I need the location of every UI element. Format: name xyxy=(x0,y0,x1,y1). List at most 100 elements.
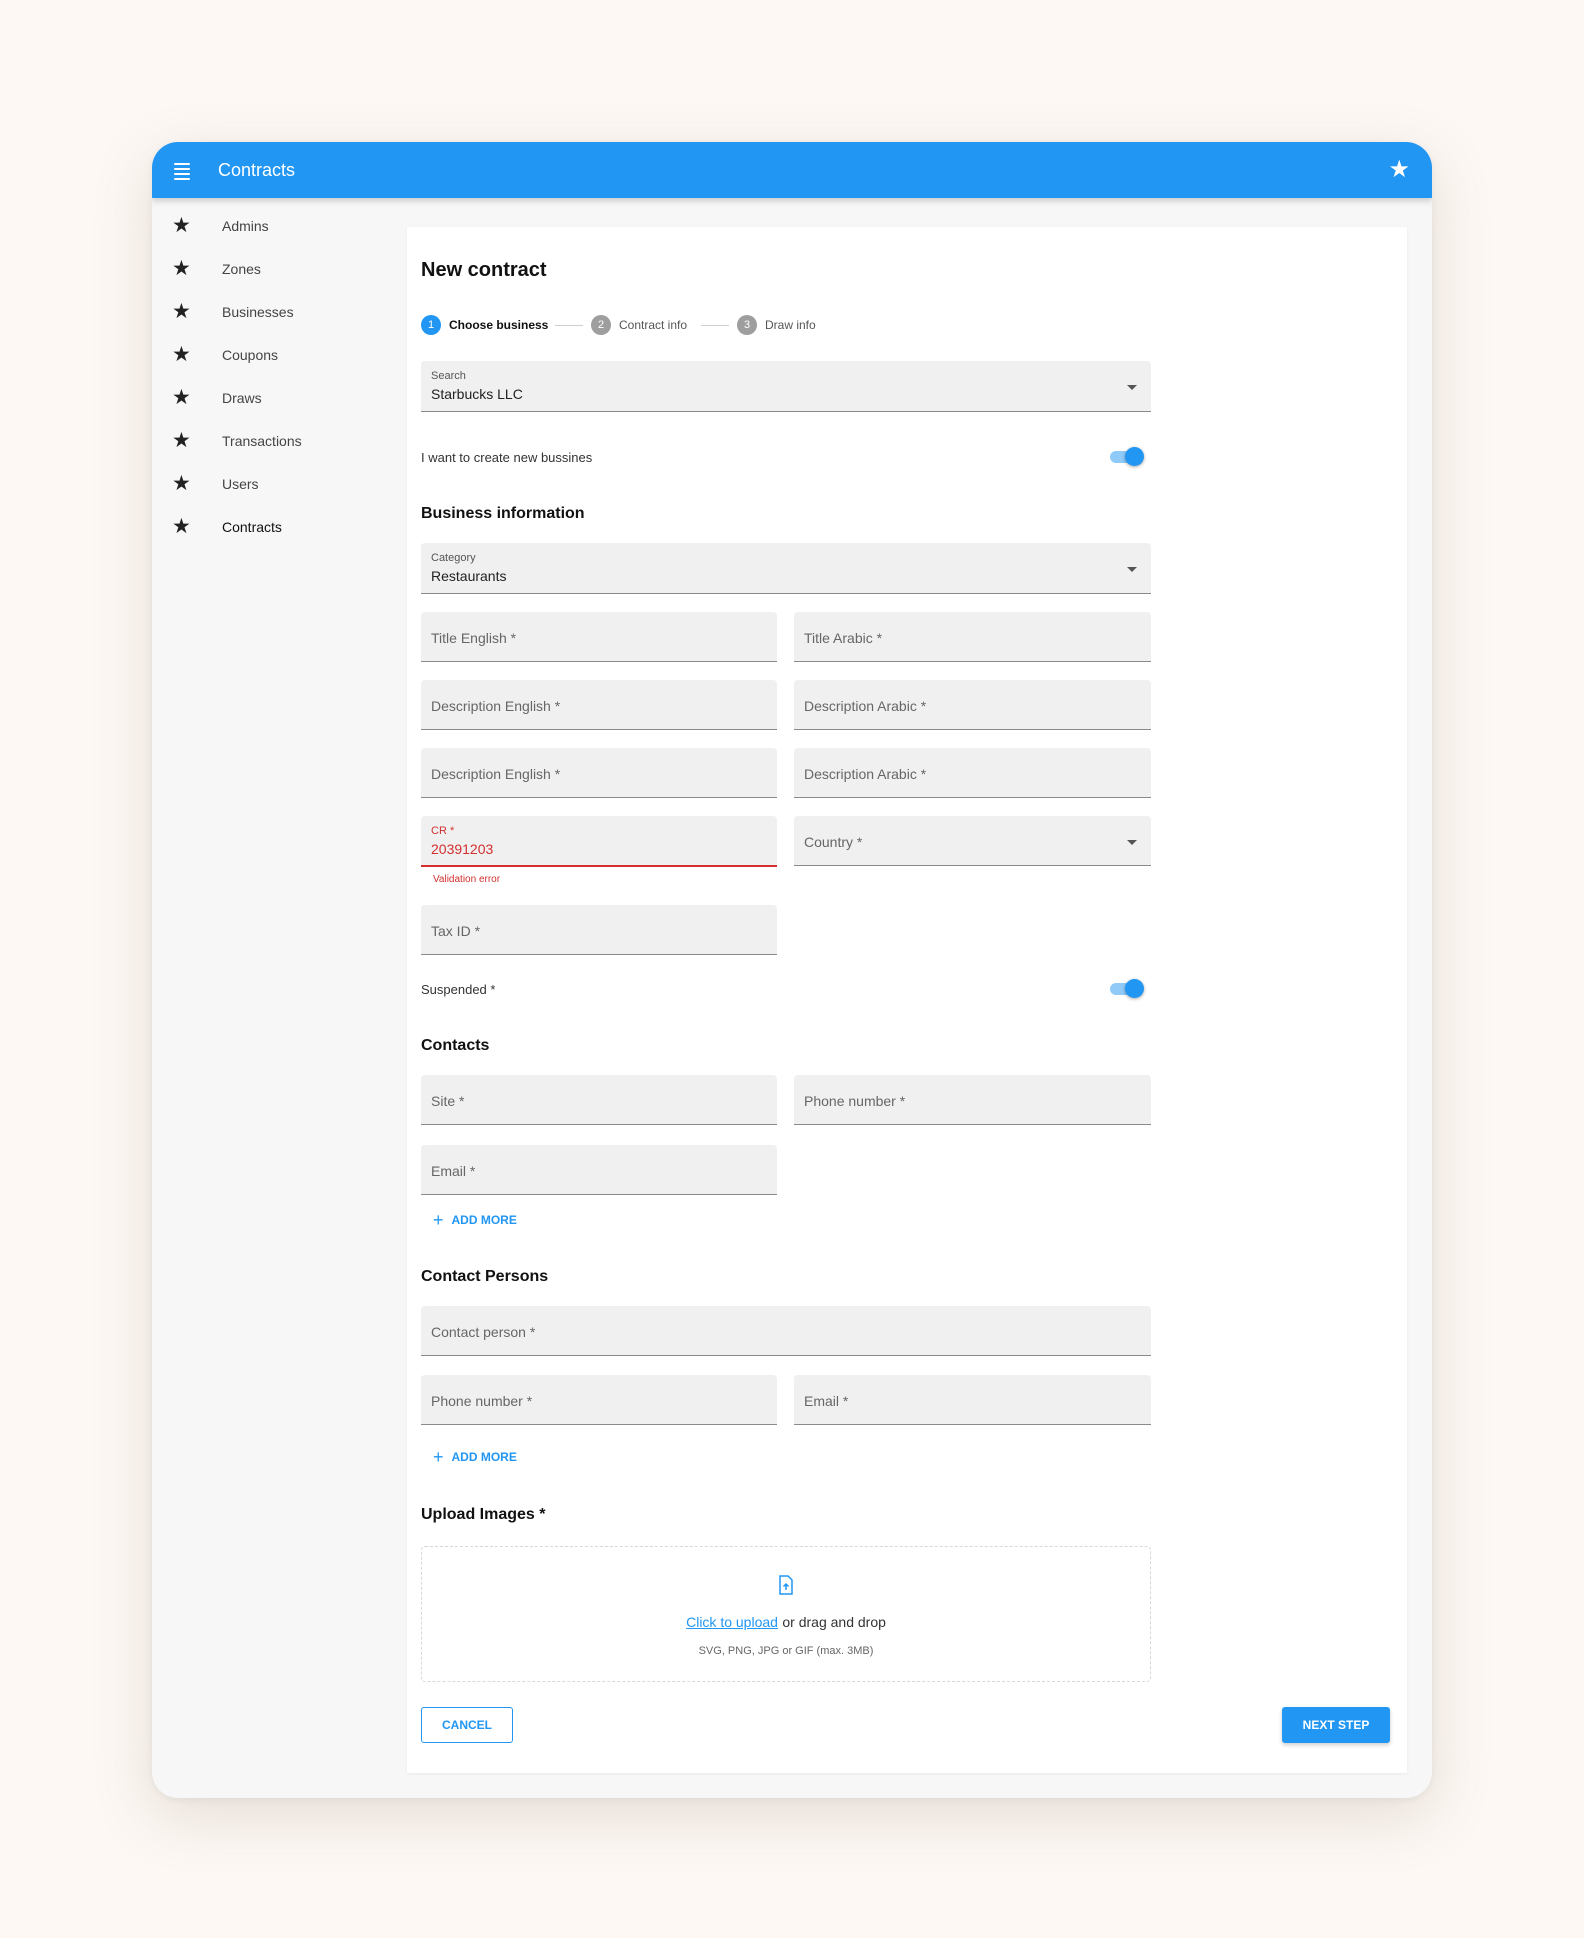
phone-number-placeholder: Phone number * xyxy=(804,1093,906,1109)
title-arabic-placeholder: Title Arabic * xyxy=(804,630,883,646)
description-arabic-placeholder: Description Arabic * xyxy=(804,698,927,714)
country-placeholder: Country * xyxy=(804,834,863,850)
cancel-button[interactable]: CANCEL xyxy=(421,1707,513,1743)
contact-person-placeholder: Contact person * xyxy=(431,1324,536,1340)
sidebar-item-zones[interactable]: ★ Zones xyxy=(152,247,402,290)
add-more-contacts-button[interactable]: + ADD MORE xyxy=(433,1210,517,1230)
step-connector xyxy=(555,325,583,326)
upload-hint: SVG, PNG, JPG or GIF (max. 3MB) xyxy=(698,1645,874,1657)
sidebar-item-admins[interactable]: ★ Admins xyxy=(152,204,402,247)
sidebar-item-label: Transactions xyxy=(222,432,302,449)
add-more-label: ADD MORE xyxy=(451,1213,517,1227)
cr-value: 20391203 xyxy=(431,841,494,857)
country-select[interactable]: Country * xyxy=(794,816,1151,866)
star-icon: ★ xyxy=(172,471,191,495)
description-english-input-2[interactable]: Description English * xyxy=(421,748,777,798)
sidebar-item-label: Zones xyxy=(222,260,261,277)
upload-section-title: Upload Images * xyxy=(421,1506,546,1523)
star-icon: ★ xyxy=(172,213,191,237)
business-section-title: Business information xyxy=(421,505,585,522)
star-icon: ★ xyxy=(172,256,191,280)
contact-phone-input[interactable]: Phone number * xyxy=(421,1375,777,1425)
cr-input[interactable]: CR * 20391203 xyxy=(421,816,777,867)
click-to-upload-link[interactable]: Click to upload xyxy=(686,1614,778,1630)
title-english-input[interactable]: Title English * xyxy=(421,612,777,662)
drag-drop-text: or drag and drop xyxy=(782,1614,886,1630)
contact-person-input[interactable]: Contact person * xyxy=(421,1306,1151,1356)
step-3-number[interactable]: 3 xyxy=(737,315,757,335)
tax-id-placeholder: Tax ID * xyxy=(431,923,481,939)
star-icon: ★ xyxy=(172,385,191,409)
search-select[interactable]: Search Starbucks LLC xyxy=(421,361,1151,412)
sidebar-item-coupons[interactable]: ★ Coupons xyxy=(152,333,402,376)
add-more-contact-persons-button[interactable]: + ADD MORE xyxy=(433,1447,517,1467)
contact-phone-placeholder: Phone number * xyxy=(431,1393,533,1409)
category-value: Restaurants xyxy=(431,568,507,584)
category-label: Category xyxy=(431,552,476,564)
sidebar-item-transactions[interactable]: ★ Transactions xyxy=(152,419,402,462)
description-arabic-input[interactable]: Description Arabic * xyxy=(794,680,1151,730)
search-value: Starbucks LLC xyxy=(431,386,523,402)
sidebar-item-contracts[interactable]: ★ Contracts xyxy=(152,505,402,548)
star-icon: ★ xyxy=(172,514,191,538)
suspended-toggle[interactable] xyxy=(1110,978,1144,998)
cr-error-text: Validation error xyxy=(433,874,501,885)
contact-email-placeholder: Email * xyxy=(804,1393,849,1409)
suspended-label: Suspended * xyxy=(421,982,496,997)
sidebar-item-businesses[interactable]: ★ Businesses xyxy=(152,290,402,333)
phone-number-input[interactable]: Phone number * xyxy=(794,1075,1151,1125)
star-icon[interactable]: ★ xyxy=(1388,156,1410,184)
star-icon: ★ xyxy=(172,342,191,366)
app-window: Contracts ★ ★ Admins ★ Zones ★ Businesse… xyxy=(152,142,1432,1798)
star-icon: ★ xyxy=(172,428,191,452)
search-label: Search xyxy=(431,370,466,382)
create-new-label: I want to create new bussines xyxy=(421,450,593,465)
step-2-number[interactable]: 2 xyxy=(591,315,611,335)
add-more-label: ADD MORE xyxy=(451,1450,517,1464)
create-new-toggle[interactable] xyxy=(1110,446,1144,466)
email-input[interactable]: Email * xyxy=(421,1145,777,1195)
sidebar-item-label: Coupons xyxy=(222,346,279,363)
page-title: New contract xyxy=(421,259,547,281)
chevron-down-icon xyxy=(1127,567,1137,572)
menu-icon[interactable] xyxy=(172,160,192,180)
description-arabic-input-2[interactable]: Description Arabic * xyxy=(794,748,1151,798)
plus-icon: + xyxy=(433,1447,444,1467)
upload-dropzone[interactable]: Click to upload or drag and drop SVG, PN… xyxy=(421,1546,1151,1682)
description-english-input[interactable]: Description English * xyxy=(421,680,777,730)
contact-persons-section-title: Contact Persons xyxy=(421,1268,549,1285)
description-english-placeholder: Description English * xyxy=(431,698,561,714)
sidebar-item-label: Admins xyxy=(222,217,269,234)
step-2-label[interactable]: Contract info xyxy=(619,318,687,332)
title-english-placeholder: Title English * xyxy=(431,630,517,646)
upload-text-line: Click to upload or drag and drop xyxy=(422,1614,1150,1632)
chevron-down-icon xyxy=(1127,840,1137,845)
site-placeholder: Site * xyxy=(431,1093,465,1109)
tax-id-input[interactable]: Tax ID * xyxy=(421,905,777,955)
sidebar-item-draws[interactable]: ★ Draws xyxy=(152,376,402,419)
next-step-button[interactable]: NEXT STEP xyxy=(1282,1707,1390,1743)
app-title: Contracts xyxy=(218,160,296,180)
contacts-section-title: Contacts xyxy=(421,1037,490,1054)
app-bar: Contracts ★ xyxy=(152,142,1432,198)
contact-email-input[interactable]: Email * xyxy=(794,1375,1151,1425)
chevron-down-icon xyxy=(1127,385,1137,390)
sidebar-item-label: Contracts xyxy=(222,518,282,535)
stepper: 1 Choose business 2 Contract info 3 Draw… xyxy=(421,313,921,337)
title-arabic-input[interactable]: Title Arabic * xyxy=(794,612,1151,662)
sidebar-item-label: Businesses xyxy=(222,303,294,320)
form-card: New contract 1 Choose business 2 Contrac… xyxy=(407,227,1407,1773)
description-english-placeholder: Description English * xyxy=(431,766,561,782)
email-placeholder: Email * xyxy=(431,1163,476,1179)
step-connector xyxy=(701,325,729,326)
sidebar-item-label: Draws xyxy=(222,389,262,406)
step-1-number[interactable]: 1 xyxy=(421,315,441,335)
category-select[interactable]: Category Restaurants xyxy=(421,543,1151,594)
description-arabic-placeholder: Description Arabic * xyxy=(804,766,927,782)
step-3-label[interactable]: Draw info xyxy=(765,318,816,332)
step-1-label[interactable]: Choose business xyxy=(449,318,548,332)
site-input[interactable]: Site * xyxy=(421,1075,777,1125)
plus-icon: + xyxy=(433,1210,444,1230)
sidebar-item-users[interactable]: ★ Users xyxy=(152,462,402,505)
cr-label: CR * xyxy=(431,825,455,837)
